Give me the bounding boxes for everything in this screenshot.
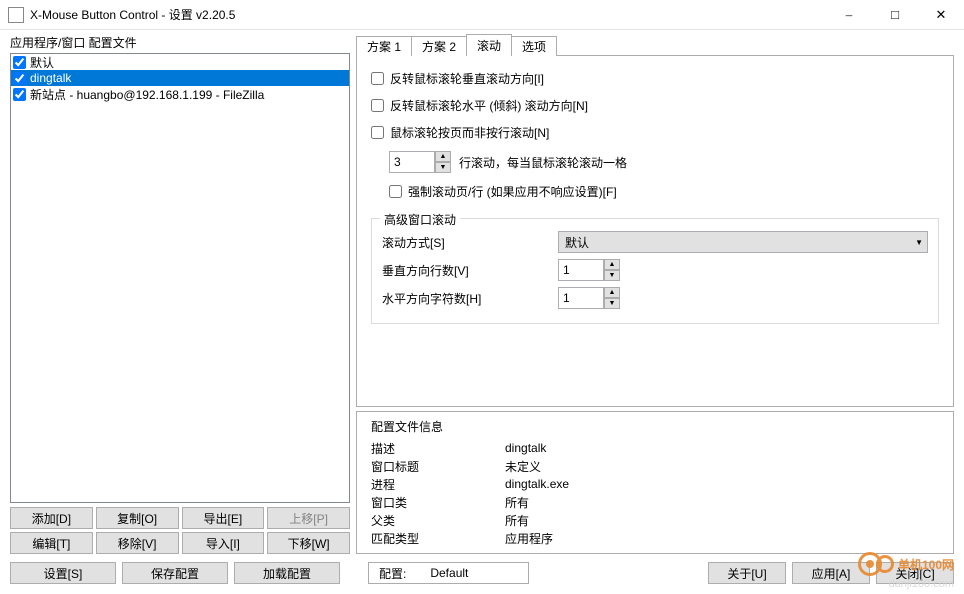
- spin-up-icon[interactable]: ▲: [604, 259, 620, 270]
- title-bar: X-Mouse Button Control - 设置 v2.20.5 – □ …: [0, 0, 964, 30]
- profile-label: 新站点 - huangbo@192.168.1.199 - FileZilla: [30, 86, 264, 103]
- spin-up-icon[interactable]: ▲: [435, 151, 451, 162]
- config-combo[interactable]: 配置: Default: [368, 562, 529, 584]
- app-icon: [8, 7, 24, 23]
- profile-item[interactable]: 新站点 - huangbo@192.168.1.199 - FileZilla: [11, 86, 349, 102]
- info-value: 未定义: [505, 458, 541, 475]
- spin-down-icon[interactable]: ▼: [604, 270, 620, 281]
- page-scroll-label: 鼠标滚轮按页而非按行滚动[N]: [390, 124, 549, 141]
- force-label: 强制滚动页/行 (如果应用不响应设置)[F]: [408, 183, 617, 200]
- remove-button[interactable]: 移除[V]: [96, 532, 179, 554]
- profile-label: 默认: [30, 54, 54, 71]
- advanced-scroll-group: 高级窗口滚动 滚动方式[S] 默认▼ 垂直方向行数[V] ▲▼ 水平方向字符数[…: [371, 218, 939, 324]
- add-button[interactable]: 添加[D]: [10, 507, 93, 529]
- profile-info: 配置文件信息 描述dingtalk 窗口标题未定义 进程dingtalk.exe…: [356, 411, 954, 554]
- lines-input[interactable]: [389, 151, 435, 173]
- copy-button[interactable]: 复制[O]: [96, 507, 179, 529]
- config-label: 配置:: [379, 565, 406, 582]
- horizontal-chars-input[interactable]: [558, 287, 604, 309]
- config-value: Default: [430, 566, 468, 580]
- tab-layer2[interactable]: 方案 2: [411, 36, 467, 56]
- info-key: 父类: [371, 512, 505, 529]
- settings-button[interactable]: 设置[S]: [10, 562, 116, 584]
- window-title: X-Mouse Button Control - 设置 v2.20.5: [30, 6, 826, 23]
- profile-checkbox[interactable]: [13, 72, 26, 85]
- tab-scroll[interactable]: 滚动: [466, 34, 512, 56]
- import-button[interactable]: 导入[I]: [182, 532, 265, 554]
- spin-up-icon[interactable]: ▲: [604, 287, 620, 298]
- edit-button[interactable]: 编辑[T]: [10, 532, 93, 554]
- profiles-label: 应用程序/窗口 配置文件: [10, 34, 350, 51]
- tab-options[interactable]: 选项: [511, 36, 557, 56]
- move-down-button[interactable]: 下移[W]: [267, 532, 350, 554]
- profile-checkbox[interactable]: [13, 56, 26, 69]
- chevron-down-icon: ▼: [915, 238, 923, 247]
- tab-content: 反转鼠标滚轮垂直滚动方向[I] 反转鼠标滚轮水平 (倾斜) 滚动方向[N] 鼠标…: [356, 55, 954, 407]
- page-scroll-checkbox[interactable]: [371, 126, 384, 139]
- profile-list[interactable]: 默认 dingtalk 新站点 - huangbo@192.168.1.199 …: [10, 53, 350, 503]
- reverse-vertical-label: 反转鼠标滚轮垂直滚动方向[I]: [390, 70, 544, 87]
- info-key: 描述: [371, 440, 505, 457]
- info-key: 窗口标题: [371, 458, 505, 475]
- force-checkbox[interactable]: [389, 185, 402, 198]
- info-value: 所有: [505, 512, 529, 529]
- info-value: 应用程序: [505, 530, 553, 547]
- reverse-vertical-checkbox[interactable]: [371, 72, 384, 85]
- reverse-horizontal-checkbox[interactable]: [371, 99, 384, 112]
- close-button[interactable]: ✕: [918, 0, 964, 29]
- profile-item[interactable]: dingtalk: [11, 70, 349, 86]
- vertical-lines-input[interactable]: [558, 259, 604, 281]
- info-key: 进程: [371, 476, 505, 493]
- save-config-button[interactable]: 保存配置: [122, 562, 228, 584]
- maximize-button[interactable]: □: [872, 0, 918, 29]
- profile-label: dingtalk: [30, 71, 71, 85]
- reverse-horizontal-label: 反转鼠标滚轮水平 (倾斜) 滚动方向[N]: [390, 97, 588, 114]
- spin-down-icon[interactable]: ▼: [435, 162, 451, 173]
- info-value: dingtalk.exe: [505, 477, 569, 491]
- apply-button[interactable]: 应用[A]: [792, 562, 870, 584]
- profile-item[interactable]: 默认: [11, 54, 349, 70]
- minimize-button[interactable]: –: [826, 0, 872, 29]
- vertical-lines-label: 垂直方向行数[V]: [382, 262, 558, 279]
- about-button[interactable]: 关于[U]: [708, 562, 786, 584]
- info-title: 配置文件信息: [371, 418, 939, 435]
- export-button[interactable]: 导出[E]: [182, 507, 265, 529]
- advanced-legend: 高级窗口滚动: [380, 211, 460, 228]
- scroll-method-combo[interactable]: 默认▼: [558, 231, 928, 253]
- info-value: dingtalk: [505, 441, 546, 455]
- spin-down-icon[interactable]: ▼: [604, 298, 620, 309]
- lines-label: 行滚动，每当鼠标滚轮滚动一格: [459, 154, 627, 171]
- close-dialog-button[interactable]: 关闭[C]: [876, 562, 954, 584]
- info-value: 所有: [505, 494, 529, 511]
- horizontal-chars-label: 水平方向字符数[H]: [382, 290, 558, 307]
- info-key: 窗口类: [371, 494, 505, 511]
- move-up-button[interactable]: 上移[P]: [267, 507, 350, 529]
- info-key: 匹配类型: [371, 530, 505, 547]
- tab-layer1[interactable]: 方案 1: [356, 36, 412, 56]
- scroll-method-label: 滚动方式[S]: [382, 234, 558, 251]
- profile-checkbox[interactable]: [13, 88, 26, 101]
- load-config-button[interactable]: 加载配置: [234, 562, 340, 584]
